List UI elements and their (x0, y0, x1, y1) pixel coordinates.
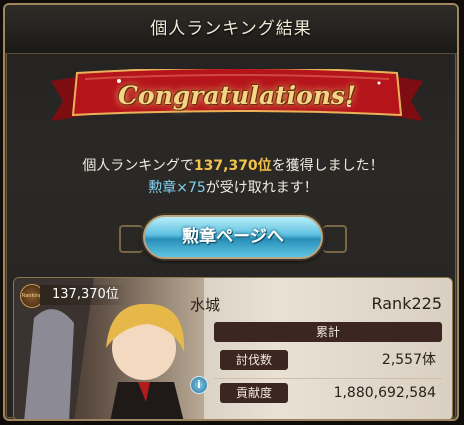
message-line-medal: 勲章×75が受け取れます！ (5, 177, 457, 199)
result-dialog: 個人ランキング結果 Congratulations! 個人ランキングで137,3… (3, 3, 459, 421)
player-result-card[interactable]: Ranking 137,370位 水城 Rank225 i 累計 討伐数 2,5… (13, 277, 453, 419)
message-prefix: 個人ランキングで (82, 158, 194, 174)
stat-row: 討伐数 2,557体 (214, 346, 442, 374)
result-message: 個人ランキングで137,370位を獲得しました！ 勲章×75が受け取れます！ (5, 155, 457, 199)
message-line-rank: 個人ランキングで137,370位を獲得しました！ (5, 155, 457, 177)
player-name: 水城 (190, 296, 221, 314)
stat-row: 貢献度 1,880,692,584 (214, 378, 442, 407)
message-rank: 137,370位 (193, 158, 272, 174)
message-medal-suffix: が受け取れます！ (205, 180, 318, 196)
stat-value-kills: 2,557体 (381, 352, 436, 368)
message-suffix: を獲得しました！ (271, 158, 384, 174)
dialog-title: 個人ランキング結果 (5, 5, 457, 54)
rank-position: 137,370位 (40, 285, 127, 305)
message-medal: 勲章×75 (148, 180, 206, 196)
banner-text: Congratulations! (118, 81, 356, 110)
congratulations-banner: Congratulations! (49, 69, 425, 129)
stat-value-contribution: 1,880,692,584 (333, 385, 436, 401)
stats-header: 累計 (214, 322, 442, 342)
player-rank: Rank225 (371, 294, 442, 313)
info-icon[interactable]: i (190, 376, 208, 394)
stats-panel: 累計 討伐数 2,557体 貢献度 1,880,692,584 (214, 322, 442, 407)
stat-label-contribution: 貢献度 (220, 383, 288, 403)
stat-label-kills: 討伐数 (220, 350, 288, 370)
medal-page-button[interactable]: 勲章ページへ (119, 215, 347, 259)
